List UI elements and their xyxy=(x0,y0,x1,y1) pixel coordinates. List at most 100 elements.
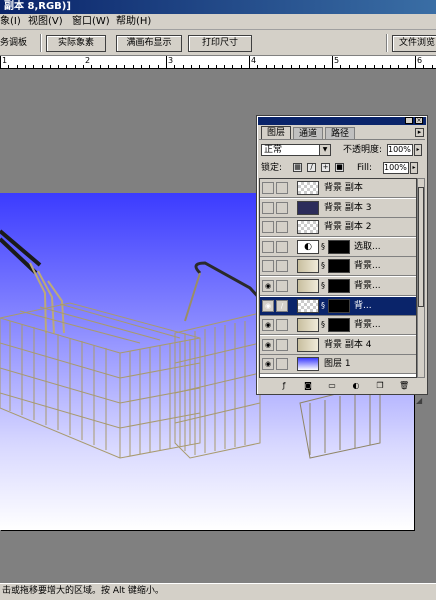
lock-transparency-icon[interactable]: ▦ xyxy=(293,163,302,172)
print-size-button[interactable]: 打印尺寸 xyxy=(188,35,252,52)
ruler-tick xyxy=(390,65,391,68)
lock-label: 锁定: xyxy=(261,163,283,173)
close-icon[interactable]: × xyxy=(415,117,423,124)
link-cell[interactable] xyxy=(276,280,288,292)
ruler-tick xyxy=(332,56,333,68)
ruler-tick xyxy=(42,65,43,68)
layer-mask-thumbnail[interactable] xyxy=(328,298,350,313)
layer-row[interactable]: ◉ § 背景... xyxy=(260,316,416,336)
blend-mode-select[interactable]: 正常 ▼ xyxy=(261,144,331,156)
menu-window[interactable]: 窗口(W) xyxy=(72,15,110,29)
fill-arrow-icon[interactable]: ▸ xyxy=(410,162,418,174)
layer-row[interactable]: ◉ 背景 副本 4 xyxy=(260,335,416,355)
separator xyxy=(40,34,42,52)
resize-grip-icon[interactable]: ◢ xyxy=(416,395,428,407)
menu-view[interactable]: 视图(V) xyxy=(28,15,63,29)
eye-icon[interactable] xyxy=(262,240,274,253)
layer-row[interactable]: § 背景... xyxy=(260,257,416,277)
ruler-number: 4 xyxy=(251,56,257,65)
ruler-tick xyxy=(423,65,424,68)
eye-icon[interactable]: ◉ xyxy=(262,280,274,292)
menu-help[interactable]: 帮助(H) xyxy=(116,15,151,29)
tab-layers[interactable]: 图层 xyxy=(261,126,291,139)
minimize-icon[interactable]: _ xyxy=(405,117,413,124)
layer-thumbnail xyxy=(297,181,319,195)
layers-palette[interactable]: _ × 图层 通道 路径 ▸ 正常 ▼ 不透明度: 100% ▸ 锁定: ▦ /… xyxy=(256,115,428,395)
link-cell[interactable] xyxy=(276,319,288,332)
menu-image[interactable]: 象(I) xyxy=(0,15,21,29)
eye-icon[interactable] xyxy=(262,182,274,194)
layer-row[interactable]: ◐ § 选取... xyxy=(260,237,416,257)
eye-icon[interactable]: ◉ xyxy=(262,299,274,312)
ruler-tick xyxy=(199,65,200,68)
lock-brush-icon[interactable]: / xyxy=(307,163,316,172)
tab-paths[interactable]: 路径 xyxy=(325,127,355,139)
ruler-tick xyxy=(274,65,275,68)
scroll-thumb[interactable] xyxy=(418,187,424,307)
new-set-icon[interactable]: ▭ xyxy=(327,381,337,391)
eye-icon[interactable]: ◉ xyxy=(262,338,274,351)
ruler-tick xyxy=(91,65,92,68)
ruler-tick xyxy=(33,65,34,68)
fill-input[interactable]: 100% xyxy=(383,162,409,174)
ruler-tick xyxy=(8,65,9,68)
layer-name: 背景... xyxy=(354,281,381,291)
palette-menu-icon[interactable]: ▸ xyxy=(415,128,424,137)
lock-all-icon[interactable]: ■ xyxy=(335,163,344,172)
tab-channels[interactable]: 通道 xyxy=(293,127,323,139)
eye-icon[interactable] xyxy=(262,221,274,234)
ruler-tick xyxy=(183,65,184,68)
layer-row[interactable]: 背景 副本 3 xyxy=(260,198,416,218)
layer-mask-thumbnail[interactable] xyxy=(328,279,350,293)
link-cell[interactable] xyxy=(276,260,288,273)
layers-scrollbar[interactable] xyxy=(417,178,425,378)
opacity-arrow-icon[interactable]: ▸ xyxy=(414,144,422,156)
layer-mask-thumbnail[interactable] xyxy=(328,239,350,254)
link-cell[interactable] xyxy=(276,338,288,351)
link-cell[interactable] xyxy=(276,182,288,194)
layer-row[interactable]: ◉ / § 背... xyxy=(260,296,416,316)
actual-pixels-button[interactable]: 实际象素 xyxy=(46,35,106,52)
layer-mask-thumbnail[interactable] xyxy=(328,259,350,274)
chain-link-icon[interactable]: § xyxy=(321,261,325,271)
chain-link-icon[interactable]: § xyxy=(321,281,325,291)
layer-style-icon[interactable]: ƒ xyxy=(279,381,289,391)
brush-icon[interactable]: / xyxy=(276,299,288,312)
palette-titlebar[interactable] xyxy=(258,117,426,125)
link-cell[interactable] xyxy=(276,358,288,371)
layer-mask-thumbnail[interactable] xyxy=(328,318,350,333)
layer-row[interactable]: ◉ 图层 1 xyxy=(260,355,416,375)
chain-link-icon[interactable]: § xyxy=(321,242,325,252)
lock-move-icon[interactable]: + xyxy=(321,163,330,172)
ruler-tick xyxy=(266,65,267,68)
chain-link-icon[interactable]: § xyxy=(321,301,325,311)
trash-icon[interactable]: 🗑 xyxy=(399,381,409,391)
layer-row[interactable]: 背景 副本 2 xyxy=(260,218,416,238)
ruler-tick xyxy=(315,65,316,68)
link-cell[interactable] xyxy=(276,201,288,214)
new-layer-icon[interactable]: ❐ xyxy=(375,381,385,391)
eye-icon[interactable]: ◉ xyxy=(262,319,274,332)
ruler-tick xyxy=(407,65,408,68)
eye-icon[interactable] xyxy=(262,201,274,214)
ruler-tick xyxy=(83,65,84,68)
horizontal-ruler[interactable]: 1 2 3 4 5 6 xyxy=(0,56,436,69)
chain-link-icon[interactable]: § xyxy=(321,320,325,330)
opacity-input[interactable]: 100% xyxy=(387,144,413,156)
ruler-tick xyxy=(58,65,59,68)
layer-row[interactable]: 背景 副本 xyxy=(260,179,416,198)
opacity-label: 不透明度: xyxy=(343,145,383,155)
adjustment-icon[interactable]: ◐ xyxy=(351,381,361,391)
eye-icon[interactable]: ◉ xyxy=(262,358,274,371)
menu-bar: 象(I) 视图(V) 窗口(W) 帮助(H) xyxy=(0,14,436,30)
eye-icon[interactable] xyxy=(262,260,274,273)
layer-row[interactable]: ◉ § 背景... xyxy=(260,277,416,296)
ruler-tick xyxy=(216,65,217,68)
ruler-tick xyxy=(100,65,101,68)
link-cell[interactable] xyxy=(276,240,288,253)
fit-on-screen-button[interactable]: 满画布显示 xyxy=(116,35,182,52)
link-cell[interactable] xyxy=(276,221,288,234)
layers-list[interactable]: 背景 副本 背景 副本 3 背景 副本 2 ◐ § 选取... § 背景... ◉ § 背景... ◉… xyxy=(259,178,417,378)
file-browser-button[interactable]: 文件浏览 xyxy=(392,35,436,52)
mask-icon[interactable]: ◙ xyxy=(303,381,313,391)
